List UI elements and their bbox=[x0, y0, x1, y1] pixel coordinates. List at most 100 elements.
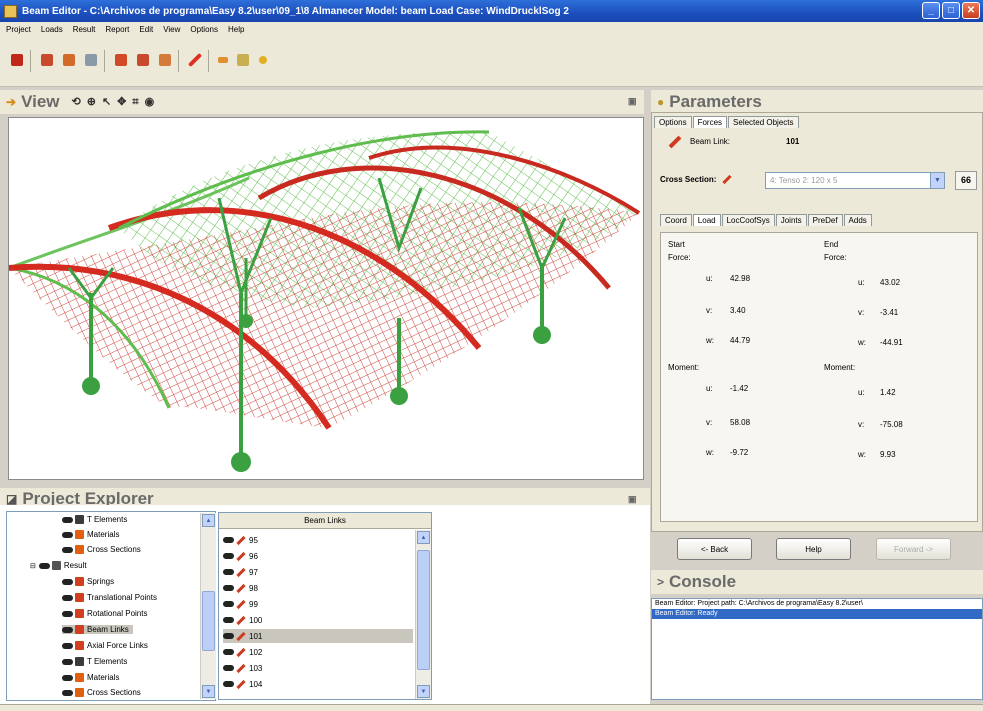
visibility-eye-icon[interactable] bbox=[223, 537, 234, 543]
project-explorer-pin-icon[interactable]: ▣ bbox=[628, 494, 637, 505]
tree-item-t-elements[interactable]: T Elements bbox=[62, 657, 127, 666]
scroll-up-icon[interactable]: ▲ bbox=[202, 514, 215, 527]
visibility-eye-icon[interactable] bbox=[223, 633, 234, 639]
tab-selected-objects[interactable]: Selected Objects bbox=[728, 116, 799, 128]
tree-item-result[interactable]: ⊟ Result bbox=[30, 561, 87, 570]
list-item[interactable]: 102 bbox=[223, 645, 413, 659]
scroll-up-icon[interactable]: ▲ bbox=[417, 531, 430, 544]
maximize-button[interactable]: □ bbox=[942, 2, 960, 19]
menu-edit[interactable]: Edit bbox=[139, 25, 153, 34]
list-item[interactable]: 98 bbox=[223, 581, 413, 595]
list-item[interactable]: 95 bbox=[223, 533, 413, 547]
visibility-eye-icon[interactable] bbox=[223, 601, 234, 607]
scroll-thumb[interactable] bbox=[417, 550, 430, 670]
visibility-eye-icon[interactable] bbox=[223, 585, 234, 591]
list-scrollbar[interactable]: ▲ ▼ bbox=[415, 530, 431, 699]
menu-options[interactable]: Options bbox=[190, 25, 218, 34]
tree-item-translational-points[interactable]: Translational Points bbox=[62, 593, 157, 602]
parameters-pin-icon[interactable]: ▣ bbox=[628, 96, 637, 107]
chevron-down-icon[interactable]: ▼ bbox=[930, 173, 944, 188]
visibility-eye-icon[interactable] bbox=[62, 658, 73, 665]
new-project-icon[interactable] bbox=[38, 51, 56, 69]
menu-loads[interactable]: Loads bbox=[41, 25, 63, 34]
menu-view[interactable]: View bbox=[163, 25, 180, 34]
list-item[interactable]: 97 bbox=[223, 565, 413, 579]
list-item-selected[interactable]: 101 bbox=[223, 629, 413, 643]
3d-viewport[interactable] bbox=[8, 117, 644, 480]
visibility-eye-icon[interactable] bbox=[62, 516, 73, 523]
pen-icon[interactable] bbox=[186, 51, 204, 69]
tree-item-rotational-points[interactable]: Rotational Points bbox=[62, 609, 147, 618]
save-icon[interactable] bbox=[82, 51, 100, 69]
visibility-eye-icon[interactable] bbox=[223, 681, 234, 687]
visibility-eye-icon[interactable] bbox=[62, 689, 73, 696]
visibility-eye-icon[interactable] bbox=[223, 665, 234, 671]
import-icon[interactable] bbox=[112, 51, 130, 69]
beam-links-list[interactable]: Beam Links 95 96 97 98 99 100 101 102 10… bbox=[218, 512, 432, 700]
visibility-eye-icon[interactable] bbox=[223, 553, 234, 559]
pan-icon[interactable]: ✥ bbox=[117, 96, 132, 108]
zoom-icon[interactable]: ⊕ bbox=[87, 96, 102, 108]
close-button[interactable]: ✕ bbox=[962, 2, 980, 19]
menu-project[interactable]: Project bbox=[6, 25, 31, 34]
rotate-icon[interactable]: ⟲ bbox=[72, 96, 87, 108]
cross-section-select[interactable]: 4: Tenso 2: 120 x 5 ▼ bbox=[765, 172, 945, 189]
document-icon[interactable] bbox=[156, 51, 174, 69]
tab-forces[interactable]: Forces bbox=[692, 116, 728, 128]
visibility-eye-icon[interactable] bbox=[223, 569, 234, 575]
camera-icon[interactable]: ◉ bbox=[145, 96, 161, 108]
tree-item-springs[interactable]: Springs bbox=[62, 577, 114, 586]
tree-scrollbar[interactable]: ▲ ▼ bbox=[200, 513, 216, 699]
menu-report[interactable]: Report bbox=[105, 25, 129, 34]
select-pointer-icon[interactable]: ↖ bbox=[102, 96, 117, 108]
structure-model[interactable] bbox=[9, 118, 644, 480]
subtab-loccoofsys[interactable]: LocCoofSys bbox=[721, 214, 775, 226]
properties-icon[interactable] bbox=[234, 51, 252, 69]
collapse-icon[interactable]: ⊟ bbox=[30, 562, 36, 570]
minimize-button[interactable]: _ bbox=[922, 2, 940, 19]
visibility-eye-icon[interactable] bbox=[223, 617, 234, 623]
list-item[interactable]: 96 bbox=[223, 549, 413, 563]
subtab-predef[interactable]: PreDef bbox=[807, 214, 843, 226]
console-output[interactable]: Beam Editor: Project path: C:\Archivos d… bbox=[651, 598, 983, 700]
visibility-eye-icon[interactable] bbox=[62, 642, 73, 649]
tree-item-axial-force-links[interactable]: Axial Force Links bbox=[62, 641, 148, 650]
visibility-eye-icon[interactable] bbox=[62, 626, 73, 633]
help-button[interactable]: Help bbox=[776, 538, 851, 560]
visibility-eye-icon[interactable] bbox=[62, 674, 73, 681]
undo-icon[interactable] bbox=[214, 51, 232, 69]
subtab-load[interactable]: Load bbox=[692, 214, 721, 226]
tree-item-materials[interactable]: Materials bbox=[62, 673, 119, 682]
list-item[interactable]: 103 bbox=[223, 661, 413, 675]
back-button[interactable]: <- Back bbox=[677, 538, 752, 560]
tree-item-cross-sections[interactable]: Cross Sections bbox=[62, 688, 141, 697]
menu-result[interactable]: Result bbox=[73, 25, 96, 34]
glasses-button[interactable]: 66 bbox=[955, 171, 977, 190]
tab-options[interactable]: Options bbox=[654, 116, 692, 128]
sun-icon[interactable] bbox=[254, 51, 272, 69]
visibility-eye-icon[interactable] bbox=[62, 578, 73, 585]
scroll-down-icon[interactable]: ▼ bbox=[202, 685, 215, 698]
subtab-adds[interactable]: Adds bbox=[843, 214, 872, 226]
tree-item-t-elements[interactable]: T Elements bbox=[62, 515, 127, 524]
forward-button[interactable]: Forward -> bbox=[876, 538, 951, 560]
open-project-icon[interactable] bbox=[60, 51, 78, 69]
export-icon[interactable] bbox=[134, 51, 152, 69]
flag-icon[interactable] bbox=[8, 51, 26, 69]
beam-links-list-header[interactable]: Beam Links bbox=[219, 513, 431, 529]
tree-item-cross-sections[interactable]: Cross Sections bbox=[62, 545, 141, 554]
subtab-coord[interactable]: Coord bbox=[660, 214, 692, 226]
scroll-down-icon[interactable]: ▼ bbox=[417, 685, 430, 698]
scroll-thumb[interactable] bbox=[202, 591, 215, 651]
fit-icon[interactable]: ⌗ bbox=[132, 96, 144, 108]
visibility-eye-icon[interactable] bbox=[38, 562, 50, 569]
visibility-eye-icon[interactable] bbox=[62, 546, 73, 553]
visibility-eye-icon[interactable] bbox=[62, 594, 73, 601]
menu-help[interactable]: Help bbox=[228, 25, 244, 34]
subtab-joints[interactable]: Joints bbox=[775, 214, 807, 226]
visibility-eye-icon[interactable] bbox=[223, 649, 234, 655]
visibility-eye-icon[interactable] bbox=[62, 610, 73, 617]
tree-item-beam-links[interactable]: Beam Links bbox=[62, 625, 133, 634]
list-item[interactable]: 104 bbox=[223, 677, 413, 691]
list-item[interactable]: 99 bbox=[223, 597, 413, 611]
